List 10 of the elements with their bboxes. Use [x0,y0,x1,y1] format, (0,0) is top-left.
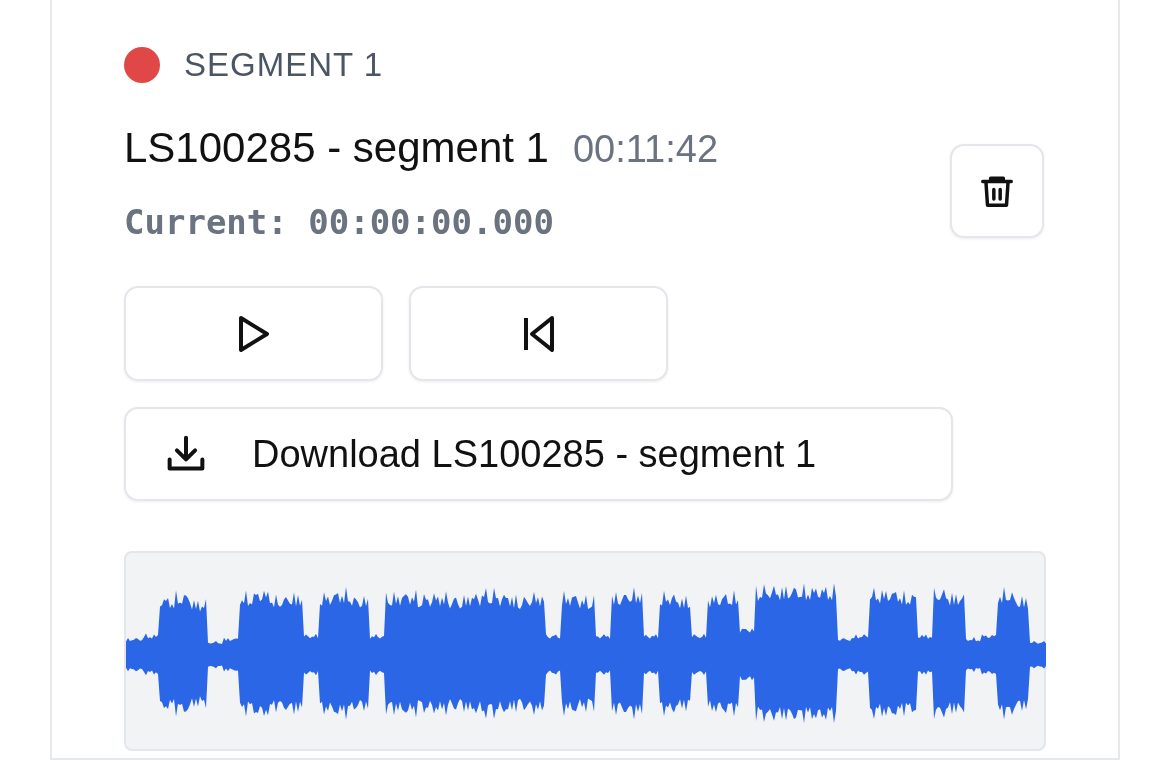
segment-label: SEGMENT 1 [184,46,384,84]
segment-title: LS100285 - segment 1 [124,124,549,172]
current-time: Current: 00:00:00.000 [124,202,555,242]
play-icon [236,313,271,354]
rewind-button[interactable] [409,286,668,381]
play-button[interactable] [124,286,383,381]
segment-duration: 00:11:42 [572,128,719,171]
skip-back-icon [521,313,556,354]
delete-button[interactable] [950,144,1044,238]
download-button[interactable]: Download LS100285 - segment 1 [124,407,953,501]
